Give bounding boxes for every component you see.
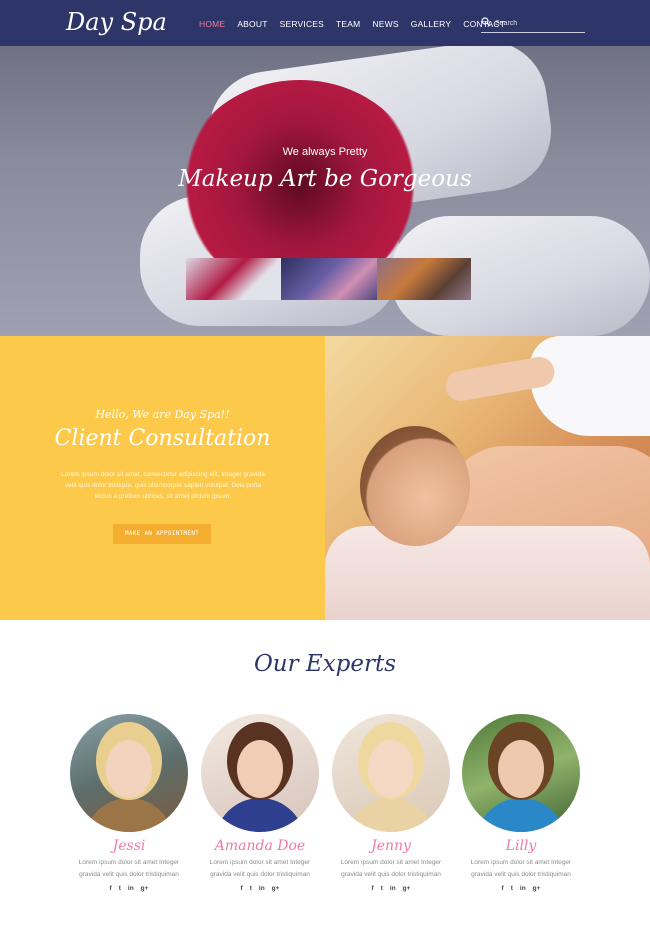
google-plus-icon[interactable]: g+ [272,885,280,892]
expert-name: Lilly [505,838,537,854]
nav-item-team[interactable]: TEAM [336,19,360,29]
avatar-shoulders [215,798,305,832]
twitter-icon[interactable]: t [511,885,513,892]
massage-photo [325,336,650,620]
expert-name: Jenny [371,838,411,854]
massage-towel [325,526,650,620]
hero-thumbnails [186,258,471,300]
avatar[interactable] [462,714,580,832]
search-input[interactable] [495,16,583,30]
avatar-shoulders [84,798,174,832]
appointment-button[interactable]: MAKE AN APPOINTMENT [113,524,211,544]
avatar-face [106,740,152,798]
hero-thumbnail-3[interactable] [377,258,471,300]
social-links: f t in g+ [332,885,450,892]
facebook-icon[interactable]: f [502,885,504,892]
linkedin-icon[interactable]: in [520,885,526,892]
top-navbar: Day Spa HOME ABOUT SERVICES TEAM NEWS GA… [0,0,650,46]
expert-name: Jessi [112,838,146,854]
twitter-icon[interactable]: t [381,885,383,892]
facebook-icon[interactable]: f [372,885,374,892]
avatar[interactable] [332,714,450,832]
site-logo[interactable]: Day Spa [66,8,167,36]
google-plus-icon[interactable]: g+ [403,885,411,892]
avatar-face [368,740,414,798]
linkedin-icon[interactable]: in [390,885,396,892]
expert-card-jessi: Jessi Lorem ipsum dolor sit amet Integer… [70,714,188,892]
avatar-face [498,740,544,798]
twitter-icon[interactable]: t [250,885,252,892]
nav-item-news[interactable]: NEWS [372,19,398,29]
expert-card-jenny: Jenny Lorem ipsum dolor sit amet Integer… [332,714,450,892]
avatar[interactable] [201,714,319,832]
hero-subtitle: We always Pretty [282,146,368,158]
facebook-icon[interactable]: f [110,885,112,892]
linkedin-icon[interactable]: in [128,885,134,892]
main-menu: HOME ABOUT SERVICES TEAM NEWS GALLERY CO… [199,19,517,29]
expert-name: Amanda Doe [214,838,306,854]
social-links: f t in g+ [201,885,319,892]
social-links: f t in g+ [70,885,188,892]
avatar-face [237,740,283,798]
avatar-shoulders [476,798,566,832]
consultation-greeting: Hello, We are Day Spa!! [95,408,230,421]
nav-item-home[interactable]: HOME [199,19,225,29]
nav-item-gallery[interactable]: GALLERY [411,19,451,29]
expert-card-lilly: Lilly Lorem ipsum dolor sit amet Integer… [462,714,580,892]
expert-description: Lorem ipsum dolor sit amet Integer gravi… [340,859,442,878]
google-plus-icon[interactable]: g+ [141,885,149,892]
social-links: f t in g+ [462,885,580,892]
search-icon[interactable] [481,17,491,27]
avatar-shoulders [346,798,436,832]
nav-item-services[interactable]: SERVICES [280,19,324,29]
hero-thumbnail-2[interactable] [281,258,377,300]
client-head [360,426,470,546]
twitter-icon[interactable]: t [119,885,121,892]
avatar[interactable] [70,714,188,832]
expert-card-amanda: Amanda Doe Lorem ipsum dolor sit amet In… [201,714,319,892]
experts-title: Our Experts [253,651,397,677]
consultation-panel: Hello, We are Day Spa!! Client Consultat… [0,336,325,620]
expert-description: Lorem ipsum dolor sit amet Integer gravi… [209,859,311,878]
consultation-title: Client Consultation [54,426,271,451]
linkedin-icon[interactable]: in [259,885,265,892]
google-plus-icon[interactable]: g+ [533,885,541,892]
expert-description: Lorem ipsum dolor sit amet Integer gravi… [470,859,572,878]
consultation-text: Lorem ipsum dolor sit amet, consectetur … [61,471,265,500]
hero-title: Makeup Art be Gorgeous [178,166,472,192]
nav-item-about[interactable]: ABOUT [237,19,267,29]
facebook-icon[interactable]: f [241,885,243,892]
hero-thumbnail-1[interactable] [186,258,281,300]
hero-banner: We always Pretty Makeup Art be Gorgeous [0,46,650,336]
search-box [481,15,585,33]
expert-description: Lorem ipsum dolor sit amet Integer gravi… [78,859,180,878]
therapist-sleeve [530,336,650,436]
